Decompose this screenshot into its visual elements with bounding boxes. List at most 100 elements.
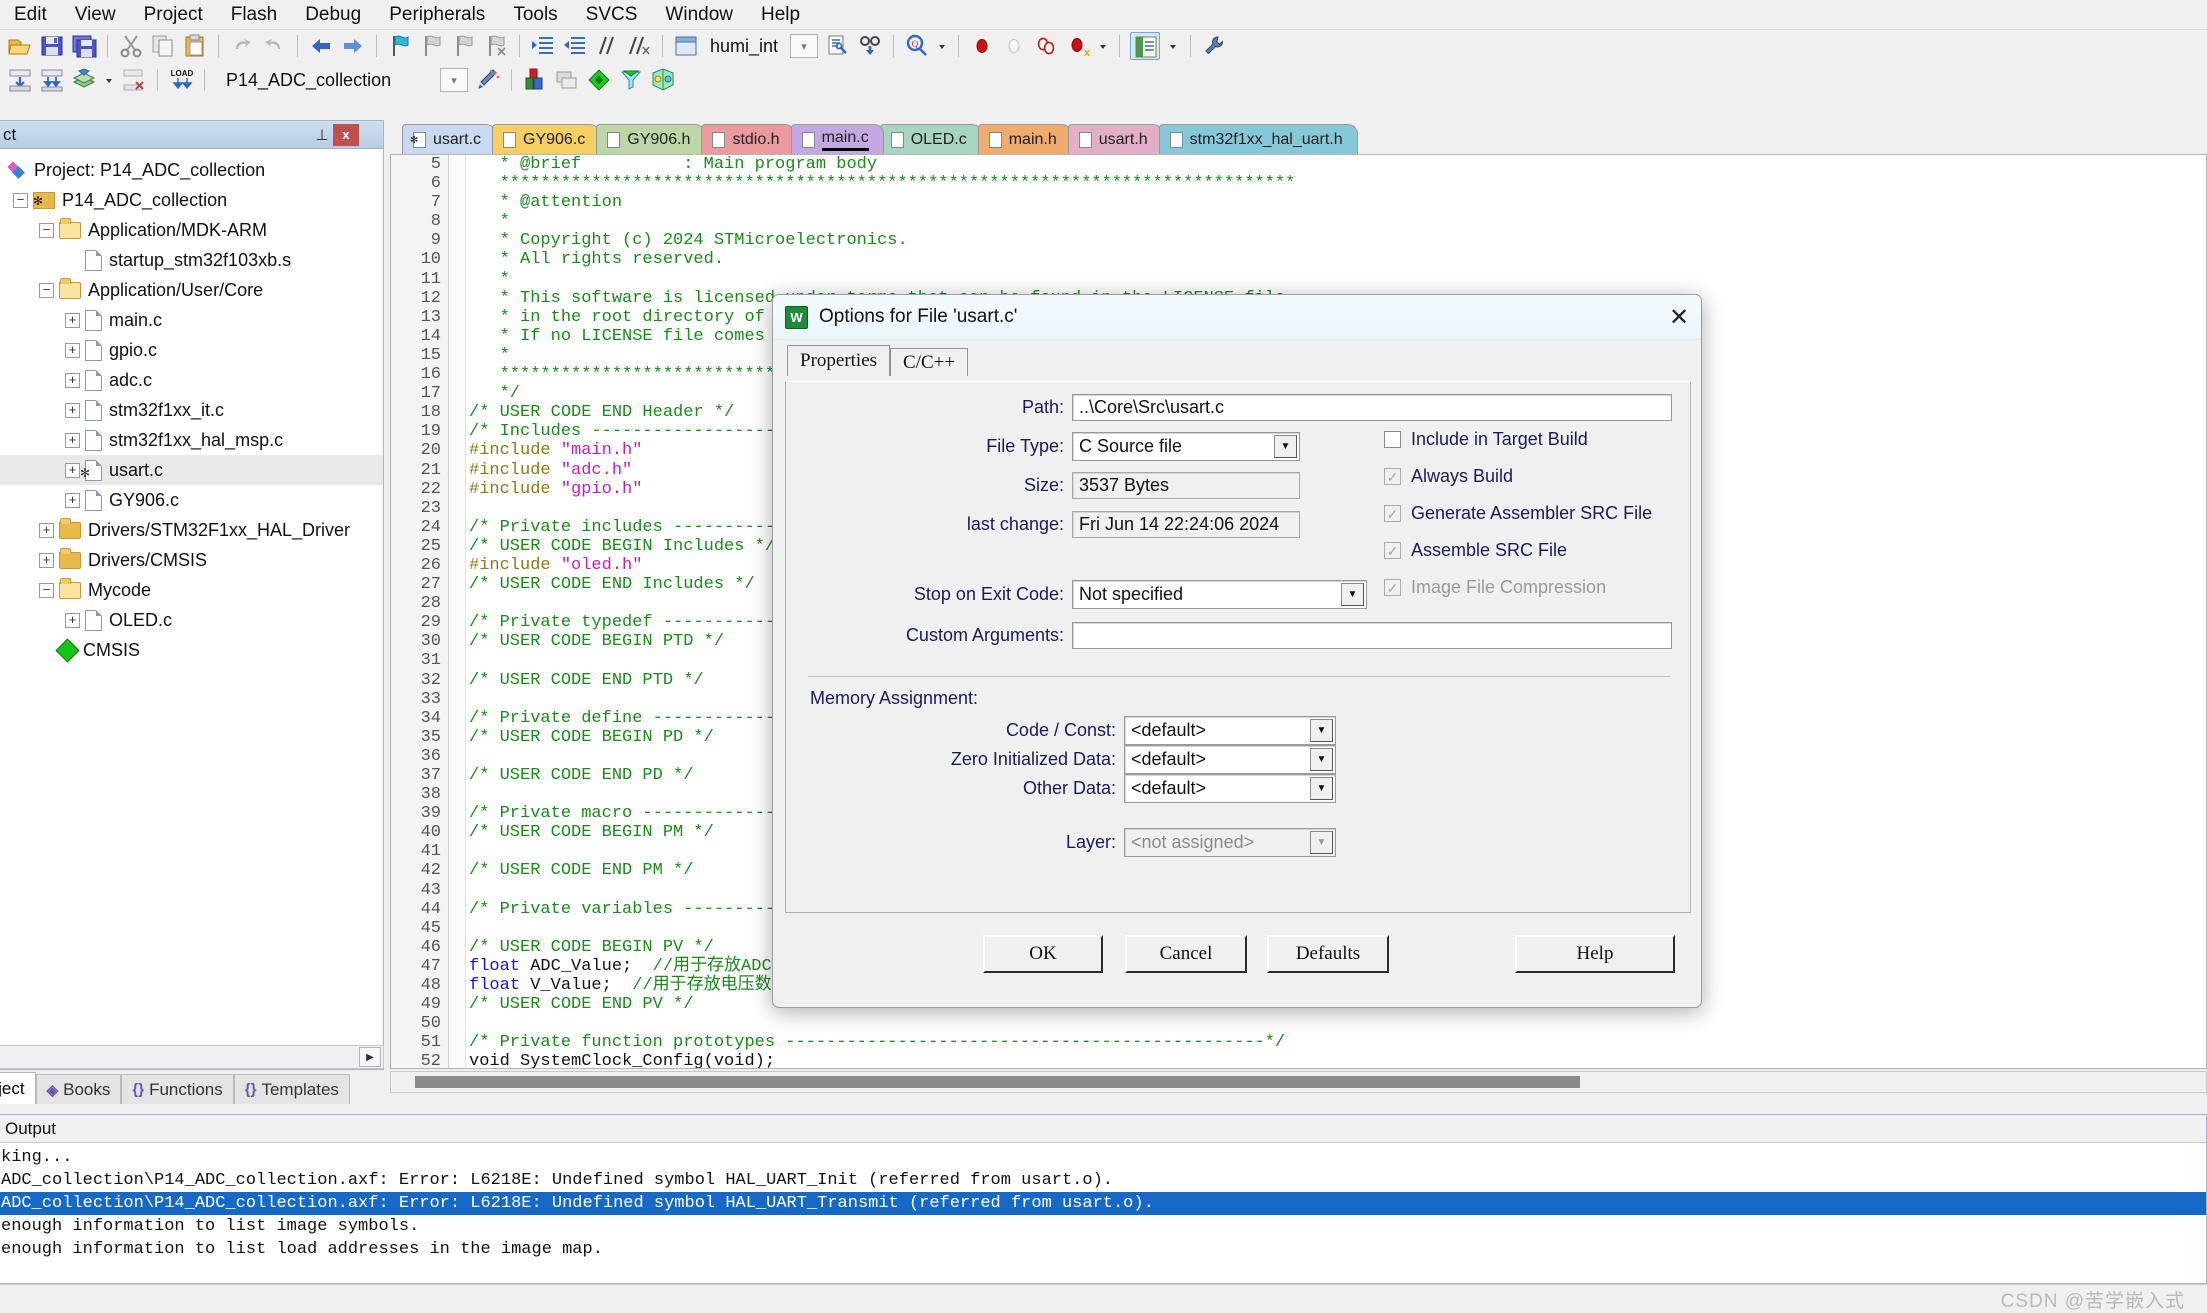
panel-tab-templates[interactable]: {}Templates [234,1074,350,1104]
window-icon[interactable] [673,33,699,59]
memory-row-combo[interactable]: <default>▼ [1124,774,1336,803]
comment-icon[interactable] [594,33,620,59]
menu-item-project[interactable]: Project [130,2,217,28]
chevron-down-icon[interactable]: ▼ [1310,748,1333,771]
indent-icon[interactable] [530,33,556,59]
editor-tab-stdio-h[interactable]: stdio.h [701,124,794,154]
paste-icon[interactable] [182,33,208,59]
menu-item-flash[interactable]: Flash [217,2,291,28]
translate-icon[interactable] [7,67,33,93]
defaults-button[interactable]: Defaults [1267,935,1389,973]
scroll-right-icon[interactable]: ▶ [359,1047,381,1067]
panel-tab-roject[interactable]: roject [0,1072,36,1104]
chevron-down-icon[interactable]: ▼ [1274,435,1297,458]
tree-item[interactable]: +OLED.c [0,605,383,635]
tree-item[interactable]: −✻P14_ADC_collection [0,185,383,215]
breakpoints-dropdown-icon[interactable] [1097,33,1109,59]
editor-tab-usart-c[interactable]: ✻usart.c [402,124,496,154]
target-options-wizard-icon[interactable] [475,67,501,93]
tree-item[interactable]: +main.c [0,305,383,335]
output-line[interactable]: enough information to list image symbols… [0,1215,2206,1238]
configuration-wizard-icon[interactable] [1201,33,1227,59]
kill-all-breakpoints-icon[interactable] [1033,33,1059,59]
expand-icon[interactable]: + [65,343,80,358]
tree-item[interactable]: +stm32f1xx_hal_msp.c [0,425,383,455]
menu-item-view[interactable]: View [61,2,130,28]
collapse-icon[interactable]: − [39,583,54,598]
tree-item[interactable]: +gpio.c [0,335,383,365]
bookmark-next-icon[interactable] [451,33,477,59]
redo-icon[interactable] [261,33,287,59]
bookmark-clear-icon[interactable] [483,33,509,59]
scrollbar-thumb[interactable] [415,1076,1580,1088]
manage-rte-icon[interactable] [650,67,676,93]
dialog-tab-c-c--[interactable]: C/C++ [890,348,968,376]
cancel-button[interactable]: Cancel [1125,935,1247,973]
editor-hscrollbar[interactable] [390,1071,2207,1093]
target-selector-dropdown[interactable]: ▾ [440,68,468,92]
tree-item[interactable]: +✻usart.c [0,455,383,485]
collapse-icon[interactable]: − [13,193,28,208]
expand-icon[interactable]: + [65,433,80,448]
find-in-files-icon[interactable] [825,33,851,59]
editor-tab-stm32f1xx_hal_uart-h[interactable]: stm32f1xx_hal_uart.h [1159,124,1358,154]
editor-tab-GY906-c[interactable]: GY906.c [492,124,600,154]
bookmark-prev-icon[interactable] [419,33,445,59]
close-icon[interactable]: x [333,124,359,146]
manage-windows-dropdown-icon[interactable] [1166,33,1180,59]
find-combo-value[interactable]: humi_int [710,36,778,57]
disable-all-breakpoints-icon[interactable]: x [1065,33,1091,59]
rebuild-all-icon[interactable] [71,67,97,93]
output-line[interactable]: enough information to list load addresse… [0,1238,2206,1261]
manage-project-items-icon[interactable] [522,67,548,93]
tree-item[interactable]: −Mycode [0,575,383,605]
close-icon[interactable]: ✕ [1657,295,1701,339]
expand-icon[interactable]: + [65,613,80,628]
tree-item[interactable]: −Application/User/Core [0,275,383,305]
save-all-icon[interactable] [71,33,97,59]
collapse-icon[interactable]: − [39,223,54,238]
navigate-back-icon[interactable] [308,33,334,59]
menu-item-tools[interactable]: Tools [499,2,571,28]
help-button[interactable]: Help [1515,935,1675,973]
uncomment-icon[interactable] [626,33,652,59]
ok-button[interactable]: OK [983,935,1103,973]
dialog-tab-properties[interactable]: Properties [787,345,890,376]
editor-tab-GY906-h[interactable]: GY906.h [596,124,705,154]
menu-item-svcs[interactable]: SVCS [572,2,652,28]
checkbox-box[interactable] [1384,431,1401,448]
menu-item-edit[interactable]: Edit [0,2,61,28]
multi-project-icon[interactable] [554,67,580,93]
output-line[interactable]: ADC_collection\P14_ADC_collection.axf: E… [0,1192,2206,1215]
menu-item-window[interactable]: Window [651,2,747,28]
expand-icon[interactable]: + [65,403,80,418]
menu-item-help[interactable]: Help [747,2,814,28]
expand-icon[interactable]: + [65,313,80,328]
search-icon[interactable]: Q [904,33,930,59]
tree-item[interactable]: +Drivers/STM32F1xx_HAL_Driver [0,515,383,545]
memory-row-combo[interactable]: <default>▼ [1124,745,1336,774]
panel-tab-functions[interactable]: {}Functions [121,1074,233,1104]
insert-breakpoint-icon[interactable] [969,33,995,59]
tree-item[interactable]: CMSIS [0,635,383,665]
pack-filter-icon[interactable] [618,67,644,93]
undo-icon[interactable] [229,33,255,59]
memory-row-combo[interactable]: <default>▼ [1124,716,1336,745]
expand-icon[interactable]: + [65,493,80,508]
expand-icon[interactable]: + [65,463,80,478]
search-dropdown-icon[interactable] [936,33,948,59]
collapse-icon[interactable]: − [39,283,54,298]
chevron-down-icon[interactable]: ▼ [1310,719,1333,742]
open-folder-icon[interactable] [7,33,33,59]
editor-tab-usart-h[interactable]: usart.h [1068,124,1163,154]
chevron-down-icon[interactable]: ▼ [1310,777,1333,800]
load-icon[interactable]: LOAD [168,67,194,93]
tree-item[interactable]: +GY906.c [0,485,383,515]
tree-item[interactable]: −Application/MDK-ARM [0,215,383,245]
pack-installer-icon[interactable] [586,67,612,93]
editor-tab-main-c[interactable]: main.c [791,124,884,154]
browse-icon[interactable] [857,33,883,59]
bookmark-toggle-icon[interactable] [387,33,413,59]
output-line[interactable]: ADC_collection\P14_ADC_collection.axf: E… [0,1169,2206,1192]
stop-build-icon[interactable] [121,67,147,93]
